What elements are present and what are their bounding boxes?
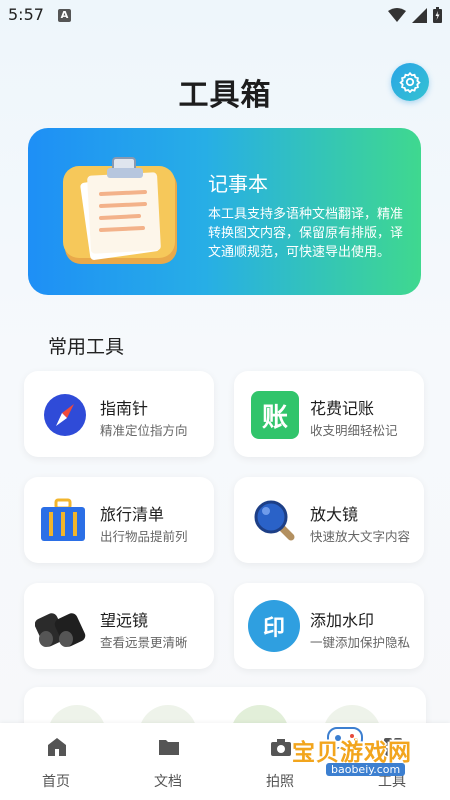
- banner-title: 记事本: [208, 172, 268, 196]
- tool-title: 指南针: [100, 399, 149, 418]
- tool-title: 旅行清单: [100, 505, 165, 524]
- tool-title: 放大镜: [310, 505, 359, 524]
- tool-title: 望远镜: [100, 611, 149, 630]
- tool-subtitle: 一键添加保护隐私: [310, 635, 411, 650]
- tool-card-ledger[interactable]: 账 花费记账 收支明细轻松记: [234, 371, 424, 457]
- notepad-icon: [63, 157, 177, 264]
- tab-documents[interactable]: 文档: [112, 723, 224, 800]
- tool-card-watermark[interactable]: 印 添加水印 一键添加保护隐私: [234, 583, 424, 669]
- watermark-text: 宝贝游戏网: [292, 740, 412, 766]
- battery-icon: [433, 7, 442, 23]
- gear-icon: [399, 71, 421, 93]
- tool-subtitle: 出行物品提前列: [100, 529, 188, 544]
- tool-subtitle: 收支明细轻松记: [310, 423, 398, 438]
- tab-label: 文档: [154, 774, 182, 790]
- status-bar: 5:57 A: [0, 0, 450, 30]
- tab-home[interactable]: 首页: [0, 723, 112, 800]
- tool-card-magnifier[interactable]: 放大镜 快速放大文字内容: [234, 477, 424, 563]
- notepad-banner[interactable]: 记事本 本工具支持多语种文档翻译，精准转换图文内容，保留原有排版，译文通顺规范，…: [28, 128, 421, 295]
- compass-icon: [44, 394, 86, 436]
- status-icons: [388, 7, 442, 23]
- suitcase-icon: [41, 498, 85, 541]
- watermark-icon-text: 印: [262, 616, 285, 641]
- tool-subtitle: 精准定位指方向: [100, 423, 188, 438]
- watermark-url: baobeiy.com: [326, 763, 406, 776]
- watermark-icon: 印: [248, 600, 300, 652]
- binoculars-icon: [35, 613, 86, 647]
- wifi-icon: [388, 8, 406, 22]
- ledger-icon-text: 账: [261, 402, 288, 433]
- tool-subtitle: 查看远景更清晰: [100, 635, 188, 650]
- settings-button[interactable]: [391, 63, 429, 101]
- tab-label: 首页: [42, 774, 70, 790]
- magnifier-icon: [254, 500, 295, 541]
- status-time: 5:57: [8, 5, 44, 24]
- tool-title: 花费记账: [310, 399, 375, 418]
- home-icon: [48, 738, 66, 756]
- tool-title: 添加水印: [310, 611, 375, 630]
- tool-subtitle: 快速放大文字内容: [310, 529, 411, 544]
- ledger-icon: 账: [251, 391, 299, 439]
- tool-card-suitcase[interactable]: 旅行清单 出行物品提前列: [24, 477, 214, 563]
- signal-icon: [412, 7, 427, 23]
- tool-card-binoculars[interactable]: 望远镜 查看远景更清晰: [24, 583, 214, 669]
- status-notification-icon: A: [58, 9, 71, 22]
- folder-icon: [159, 740, 179, 755]
- camera-icon: [271, 739, 291, 756]
- page-title: 工具箱: [178, 78, 272, 113]
- section-title: 常用工具: [48, 336, 125, 358]
- tool-card-compass[interactable]: 指南针 精准定位指方向: [24, 371, 214, 457]
- banner-description: 本工具支持多语种文档翻译，精准转换图文内容，保留原有排版，译文通顺规范，可快速导…: [208, 207, 404, 260]
